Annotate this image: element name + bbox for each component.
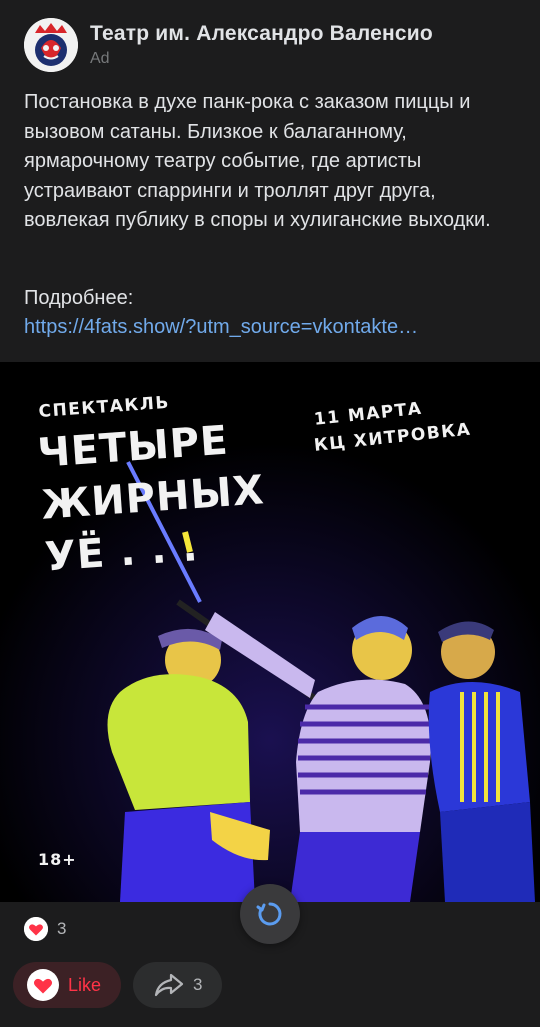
- post-header: Театр им. Александро Валенсио Ad: [0, 0, 540, 80]
- share-count: 3: [193, 975, 203, 994]
- share-button[interactable]: 3: [133, 962, 222, 1008]
- more-label: Подробнее:: [24, 287, 134, 309]
- poster-age-rating: 18+: [38, 850, 77, 869]
- ad-label: Ad: [90, 50, 110, 67]
- refresh-button[interactable]: [240, 884, 300, 944]
- poster-image[interactable]: СПЕКТАКЛЬ ЧЕТЫРЕ ЖИРНЫХ УЁ . . . 11 МАРТ…: [0, 362, 540, 902]
- refresh-spinner-icon: [256, 902, 282, 926]
- poster-title: ЧЕТЫРЕ ЖИРНЫХ УЁ . . .: [36, 412, 270, 583]
- heart-icon: [27, 969, 59, 1001]
- author-avatar[interactable]: [24, 18, 78, 72]
- like-button[interactable]: Like: [13, 962, 121, 1008]
- like-label: Like: [68, 974, 102, 995]
- post-text: Постановка в духе панк-рока с заказом пи…: [24, 91, 491, 231]
- author-name[interactable]: Театр им. Александро Валенсио: [90, 22, 433, 46]
- post-link[interactable]: https://4fats.show/?utm_source=vkontakte…: [24, 316, 494, 339]
- likes-summary[interactable]: 3: [24, 916, 66, 942]
- likes-count: 3: [57, 919, 67, 938]
- heart-icon: [24, 917, 48, 941]
- share-arrow-icon: [154, 973, 184, 997]
